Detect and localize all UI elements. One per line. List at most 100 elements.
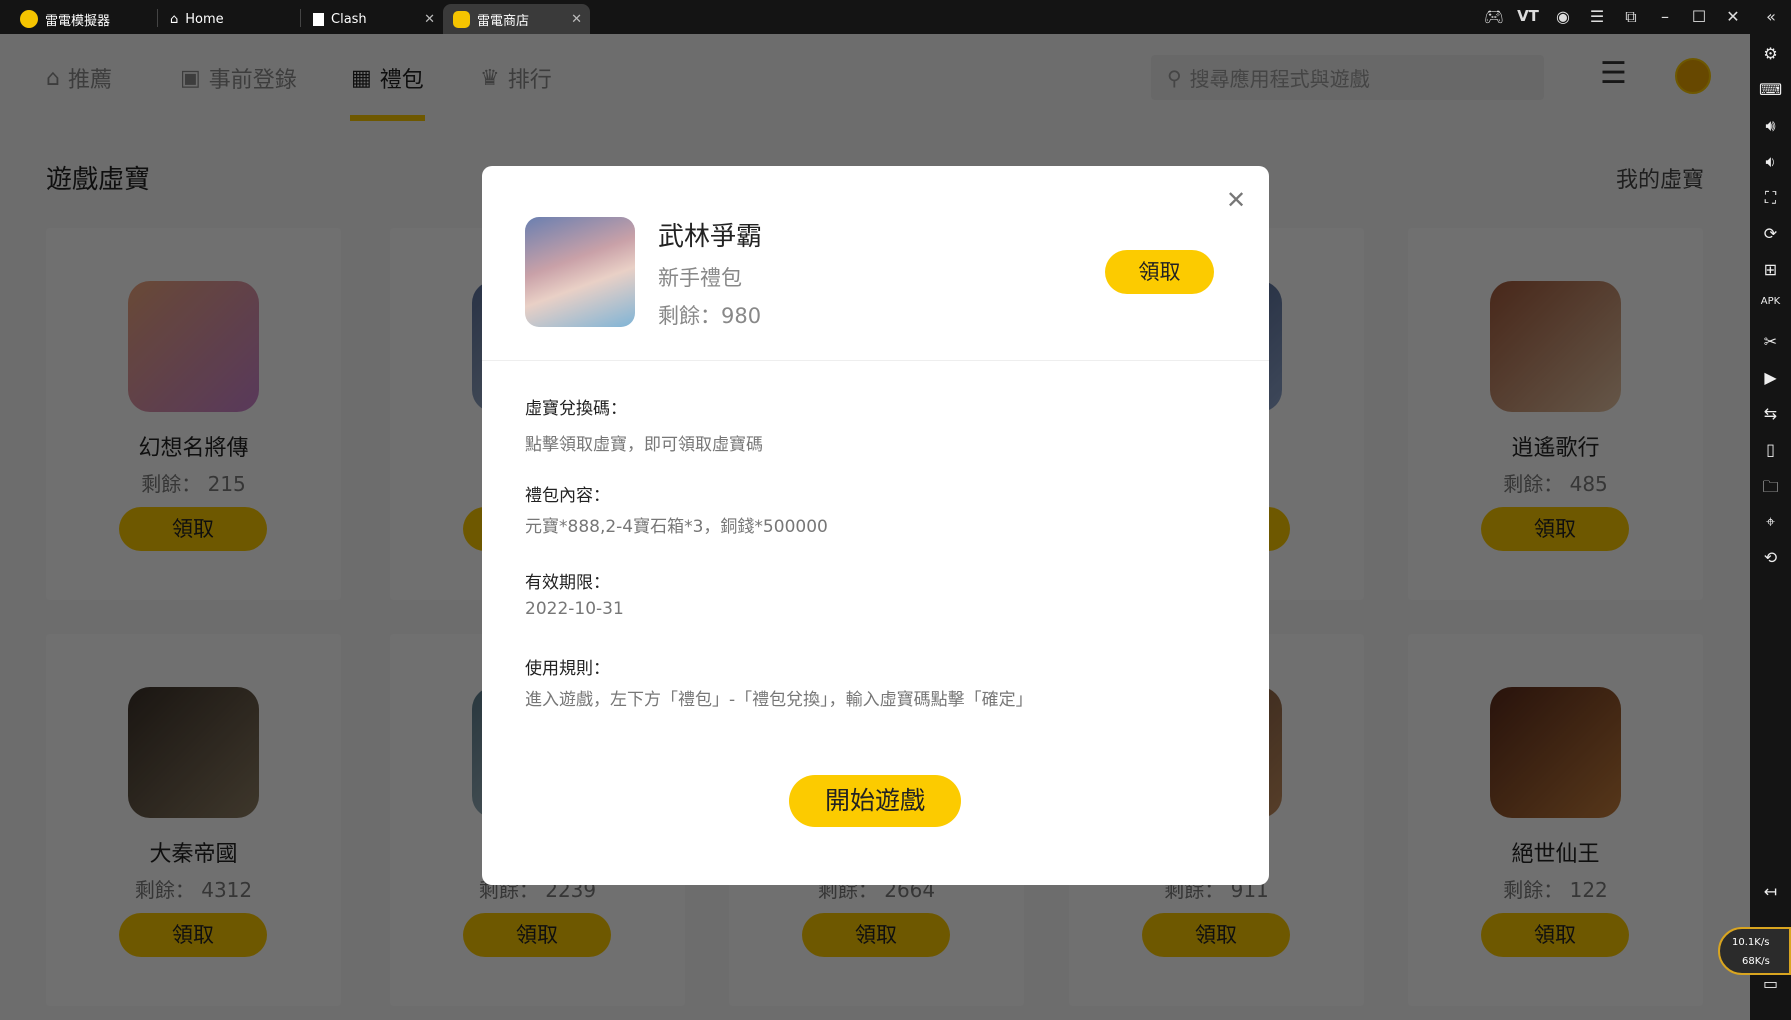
gift-card[interactable]: 絕世仙王 剩餘： 122 領取 bbox=[1408, 634, 1703, 1006]
account-icon[interactable]: ◉ bbox=[1552, 7, 1574, 26]
avatar[interactable] bbox=[1675, 58, 1711, 94]
sync-icon[interactable]: ⇆ bbox=[1750, 404, 1791, 423]
volume-down-icon[interactable]: 🔉︎ bbox=[1750, 152, 1791, 172]
store-icon bbox=[453, 10, 470, 28]
search-icon: ⚲ bbox=[1167, 65, 1182, 90]
claim-button[interactable]: 領取 bbox=[1481, 507, 1629, 551]
active-tab-indicator bbox=[350, 115, 425, 121]
gift-card[interactable]: 大秦帝國 剩餘： 4312 領取 bbox=[46, 634, 341, 1006]
claim-button[interactable]: 領取 bbox=[1105, 250, 1214, 294]
folder-icon[interactable]: 🗀 bbox=[1750, 476, 1791, 503]
claim-button[interactable]: 領取 bbox=[802, 913, 950, 957]
claim-button[interactable]: 領取 bbox=[463, 913, 611, 957]
claim-button[interactable]: 領取 bbox=[119, 507, 267, 551]
collapse-sidebar-icon[interactable]: « bbox=[1760, 7, 1782, 26]
tab-store[interactable]: 雷電商店 ✕ bbox=[443, 4, 590, 34]
game-name: 絕世仙王 bbox=[1511, 842, 1600, 867]
gift-card[interactable]: 幻想名將傳 剩餘： 215 領取 bbox=[46, 228, 341, 600]
record-icon[interactable]: ⟳ bbox=[1750, 224, 1791, 243]
download-speed: 68K/s bbox=[1742, 956, 1770, 967]
redeem-code-value: 點擊領取虛寶，即可領取虛寶碼 bbox=[525, 435, 763, 455]
apk-install-icon[interactable]: APK bbox=[1750, 296, 1791, 307]
tab-label: 雷電商店 bbox=[477, 13, 530, 29]
location-icon[interactable]: ⌖ bbox=[1750, 512, 1791, 532]
claim-button[interactable]: 領取 bbox=[1481, 913, 1629, 957]
right-toolbar: ⚙ ⌨ 🔊︎ 🔉︎ ⛶ ⟳ ⊞ APK ✂ ▶ ⇆ ▯ 🗀 ⌖ ⟲ ↤ ▭ bbox=[1750, 34, 1791, 1020]
remaining-count: 剩餘： 122 bbox=[1503, 878, 1608, 902]
settings-icon[interactable]: ⚙ bbox=[1750, 44, 1791, 63]
my-gifts-link[interactable]: 我的虛寶 bbox=[1616, 162, 1704, 194]
contents-label: 禮包內容： bbox=[525, 486, 610, 506]
tab-home[interactable]: ⌂ Home bbox=[160, 4, 300, 34]
remaining-count: 剩餘： 4312 bbox=[134, 878, 253, 902]
section-title: 遊戲虛寶 bbox=[46, 165, 151, 195]
game-icon bbox=[1490, 687, 1621, 818]
close-icon[interactable]: ✕ bbox=[1226, 186, 1246, 214]
close-tab-icon[interactable]: ✕ bbox=[424, 12, 435, 27]
keyboard-icon[interactable]: ⌨ bbox=[1750, 80, 1791, 99]
back-icon[interactable]: ↤ bbox=[1750, 882, 1791, 901]
recent-apps-icon[interactable]: ▭ bbox=[1750, 974, 1791, 993]
rotate-icon[interactable]: ⟲ bbox=[1750, 548, 1791, 567]
hamburger-menu-icon[interactable]: ☰ bbox=[1600, 56, 1627, 91]
tab-clash[interactable]: Clash ✕ bbox=[303, 4, 443, 34]
contents-value: 元寶*888,2-4寶石箱*3，銅錢*500000 bbox=[525, 517, 828, 537]
tab-label: Clash bbox=[331, 11, 367, 27]
scissors-icon[interactable]: ✂ bbox=[1750, 332, 1791, 351]
claim-button[interactable]: 領取 bbox=[1142, 913, 1290, 957]
fullscreen-icon[interactable]: ⛶ bbox=[1750, 188, 1791, 208]
rules-value: 進入遊戲，左下方「禮包」-「禮包兌換」，輸入虛寶碼點擊「確定」 bbox=[525, 690, 1033, 710]
nav-gifts[interactable]: ▦ 禮包 bbox=[351, 62, 424, 94]
gift-icon: ▦ bbox=[351, 65, 372, 91]
close-tab-icon[interactable]: ✕ bbox=[571, 12, 582, 27]
nav-preregister[interactable]: ▣ 事前登錄 bbox=[180, 62, 297, 94]
start-game-button[interactable]: 開始遊戲 bbox=[789, 775, 961, 827]
resize-icon[interactable]: ⧉ bbox=[1620, 7, 1642, 27]
game-icon bbox=[128, 281, 259, 412]
claim-button[interactable]: 領取 bbox=[119, 913, 267, 957]
calendar-icon: ▣ bbox=[180, 65, 201, 91]
gift-detail-modal: 武林爭霸 新手禮包 剩餘：980 領取 ✕ 虛寶兌換碼： 點擊領取虛寶，即可領取… bbox=[482, 166, 1269, 885]
shake-icon[interactable]: ▯ bbox=[1750, 440, 1791, 459]
app-icon bbox=[313, 12, 324, 26]
home-icon: ⌂ bbox=[46, 65, 60, 91]
game-icon bbox=[1490, 281, 1621, 412]
volume-up-icon[interactable]: 🔊︎ bbox=[1750, 116, 1791, 136]
nav-label: 事前登錄 bbox=[208, 68, 297, 93]
remaining-count: 剩餘：980 bbox=[658, 304, 762, 328]
nav-label: 推薦 bbox=[67, 68, 112, 93]
home-icon: ⌂ bbox=[170, 11, 179, 27]
tab-ldplayer[interactable]: 雷電模擬器 bbox=[10, 4, 170, 34]
game-title: 武林爭霸 bbox=[658, 222, 763, 252]
search-input[interactable]: ⚲ 搜尋應用程式與遊戲 bbox=[1151, 55, 1544, 100]
divider bbox=[482, 360, 1269, 361]
game-name: 逍遙歌行 bbox=[1511, 436, 1600, 461]
gift-card[interactable]: 逍遙歌行 剩餘： 485 領取 bbox=[1408, 228, 1703, 600]
network-speed-widget[interactable]: 10.1K/s 68K/s bbox=[1718, 927, 1791, 975]
nav-ranking[interactable]: ♛ 排行 bbox=[480, 62, 552, 94]
tab-label: 雷電模擬器 bbox=[45, 13, 111, 29]
expiry-value: 2022-10-31 bbox=[525, 599, 624, 619]
gamepad-icon[interactable]: 🎮︎ bbox=[1483, 7, 1505, 26]
minimize-icon[interactable]: – bbox=[1654, 7, 1676, 26]
video-icon[interactable]: ▶ bbox=[1750, 368, 1791, 387]
close-window-icon[interactable]: ✕ bbox=[1722, 7, 1744, 26]
redeem-code-label: 虛寶兌換碼： bbox=[525, 399, 627, 419]
crown-icon: ♛ bbox=[480, 65, 500, 91]
game-name: 幻想名將傳 bbox=[138, 436, 249, 461]
ldplayer-logo-icon bbox=[20, 10, 38, 28]
rules-label: 使用規則： bbox=[525, 659, 610, 679]
menu-icon[interactable]: ☰ bbox=[1586, 7, 1608, 26]
nav-label: 禮包 bbox=[379, 68, 424, 93]
game-icon bbox=[128, 687, 259, 818]
vt-indicator[interactable]: VT bbox=[1517, 7, 1539, 25]
nav-label: 排行 bbox=[507, 68, 552, 93]
maximize-icon[interactable]: ☐ bbox=[1688, 7, 1710, 26]
search-placeholder: 搜尋應用程式與遊戲 bbox=[1189, 67, 1370, 91]
add-window-icon[interactable]: ⊞ bbox=[1750, 260, 1791, 279]
tab-label: Home bbox=[185, 11, 224, 27]
remaining-count: 剩餘： 215 bbox=[141, 472, 246, 496]
nav-recommend[interactable]: ⌂ 推薦 bbox=[46, 62, 112, 94]
game-name: 大秦帝國 bbox=[149, 842, 238, 867]
remaining-count: 剩餘： 485 bbox=[1503, 472, 1608, 496]
